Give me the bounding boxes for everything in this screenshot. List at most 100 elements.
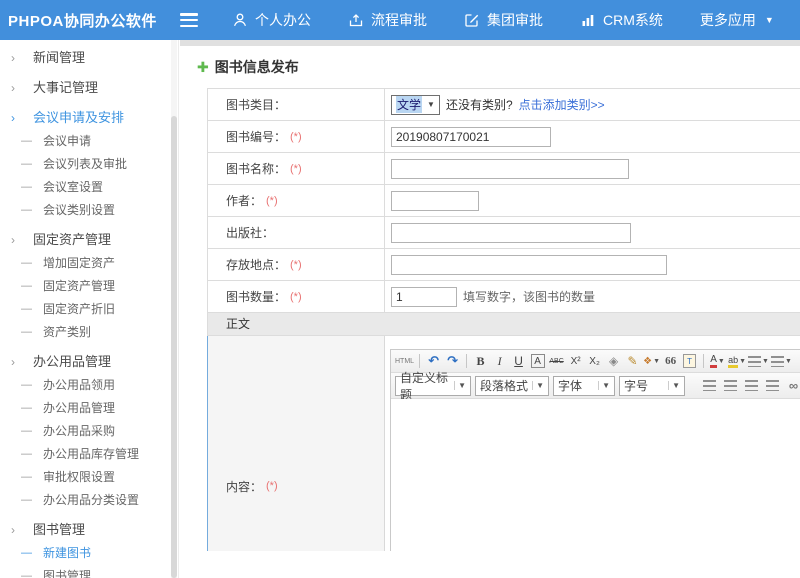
ordered-list-icon[interactable]: ▼ — [748, 353, 769, 370]
user-icon — [232, 12, 248, 28]
sidebar-item-label: 办公用品采购 — [43, 420, 115, 443]
align-right-icon[interactable] — [743, 377, 760, 394]
font-color-icon[interactable]: A▼ — [709, 353, 726, 370]
paragraph-format-select[interactable]: 段落格式▼ — [475, 376, 549, 396]
author-input[interactable] — [391, 191, 479, 211]
paste-plain-text-icon[interactable]: T — [681, 353, 698, 370]
sidebar-item-label: 图书管理 — [43, 565, 91, 578]
nav-item-label: 流程审批 — [371, 10, 427, 30]
sidebar-group-新闻管理[interactable]: ›新闻管理 — [0, 46, 178, 70]
nav-item-2[interactable]: 流程审批 — [348, 10, 427, 30]
dash-icon: — — [21, 489, 34, 512]
nav-item-label: 更多应用 — [700, 10, 756, 30]
chevron-right-icon: › — [11, 350, 24, 374]
sidebar-group-大事记管理[interactable]: ›大事记管理 — [0, 76, 178, 100]
redo-icon[interactable]: ↷ — [444, 353, 461, 370]
sidebar-item-label: 会议申请 — [43, 130, 91, 153]
sidebar-item-固定资产折旧[interactable]: —固定资产折旧 — [0, 298, 178, 321]
link-icon[interactable]: ∞ — [785, 377, 800, 394]
add-plus-icon: ✚ — [197, 60, 209, 74]
html-source-icon[interactable]: HTML — [395, 353, 414, 370]
dash-icon: — — [21, 565, 34, 578]
publisher-input[interactable] — [391, 223, 631, 243]
superscript-icon[interactable]: X² — [567, 353, 584, 370]
sidebar-item-label: 固定资产折旧 — [43, 298, 115, 321]
author-label: 作者：(*) — [208, 185, 385, 216]
required-mark: (*) — [266, 195, 278, 207]
italic-icon[interactable]: I — [491, 353, 508, 370]
align-left-icon[interactable] — [701, 377, 718, 394]
form-row-content: 内容： (*) HTML↶↷BIUAABCX²X₂◈✎❖▼66TA▼ab▼▼▼ … — [207, 336, 800, 551]
caret-down-icon: ▼ — [785, 358, 792, 365]
eraser-icon[interactable]: ◈ — [605, 353, 622, 370]
form-row-book-number: 图书编号：(*) — [207, 121, 800, 153]
sidebar-item-会议室设置[interactable]: —会议室设置 — [0, 176, 178, 199]
nav-item-5[interactable]: 更多应用▼ — [700, 10, 774, 30]
sidebar-item-资产类别[interactable]: —资产类别 — [0, 321, 178, 344]
dash-icon: — — [21, 275, 34, 298]
sidebar-item-审批权限设置[interactable]: —审批权限设置 — [0, 466, 178, 489]
nav-item-1[interactable]: 个人办公 — [232, 10, 311, 30]
subscript-icon[interactable]: X₂ — [586, 353, 603, 370]
sidebar-item-增加固定资产[interactable]: —增加固定资产 — [0, 252, 178, 275]
sidebar-item-办公用品管理[interactable]: —办公用品管理 — [0, 397, 178, 420]
align-center-icon[interactable] — [722, 377, 739, 394]
nav-item-4[interactable]: CRM系统 — [580, 10, 663, 30]
book-name-input[interactable] — [391, 159, 629, 179]
sidebar-group-图书管理[interactable]: ›图书管理 — [0, 518, 178, 542]
sidebar-item-label: 新闻管理 — [33, 46, 85, 70]
sidebar-group-办公用品管理[interactable]: ›办公用品管理 — [0, 350, 178, 374]
sidebar-item-label: 办公用品领用 — [43, 374, 115, 397]
sidebar-item-会议类别设置[interactable]: —会议类别设置 — [0, 199, 178, 222]
sidebar-group-固定资产管理[interactable]: ›固定资产管理 — [0, 228, 178, 252]
align-justify-icon[interactable] — [764, 377, 781, 394]
required-mark: (*) — [290, 131, 302, 143]
category-hint: 还没有类别? — [446, 96, 513, 113]
blockquote-icon[interactable]: 66 — [662, 353, 679, 370]
bold-icon[interactable]: B — [472, 353, 489, 370]
nav-item-3[interactable]: 集团审批 — [464, 10, 543, 30]
form-row-category: 图书类目： 文学 ▼ 还没有类别? 点击添加类别>> — [207, 89, 800, 121]
sidebar: ›新闻管理›大事记管理›会议申请及安排—会议申请—会议列表及审批—会议室设置—会… — [0, 40, 179, 578]
sidebar-scrollbar-thumb[interactable] — [171, 116, 177, 578]
add-category-link[interactable]: 点击添加类别>> — [519, 96, 605, 113]
highlight-color-icon[interactable]: ab▼ — [728, 353, 746, 370]
boxed-text-icon[interactable]: A — [529, 353, 546, 370]
app-title: PHPOA协同办公软件 — [0, 10, 172, 31]
sidebar-item-办公用品领用[interactable]: —办公用品领用 — [0, 374, 178, 397]
book-number-label: 图书编号：(*) — [208, 121, 385, 152]
category-select[interactable]: 文学 ▼ — [391, 95, 440, 115]
sidebar-item-图书管理[interactable]: — 图书管理 — [0, 565, 178, 578]
sidebar-item-会议申请[interactable]: —会议申请 — [0, 130, 178, 153]
caret-down-icon: ▼ — [454, 381, 466, 390]
sidebar-item-会议列表及审批[interactable]: —会议列表及审批 — [0, 153, 178, 176]
hamburger-menu-icon[interactable] — [180, 13, 200, 27]
sidebar-item-办公用品采购[interactable]: —办公用品采购 — [0, 420, 178, 443]
sidebar-item-label: 会议申请及安排 — [33, 106, 124, 130]
custom-heading-select[interactable]: 自定义标题▼ — [395, 376, 471, 396]
strikethrough-icon[interactable]: ABC — [548, 353, 565, 370]
format-painter-icon[interactable]: ✎ — [624, 353, 641, 370]
toolbar-divider — [703, 354, 704, 368]
chevron-right-icon: › — [11, 76, 24, 100]
font-size-select[interactable]: 字号▼ — [619, 376, 685, 396]
sidebar-item-新建图书[interactable]: —新建图书 — [0, 542, 178, 565]
sidebar-group-会议申请及安排[interactable]: ›会议申请及安排 — [0, 106, 178, 130]
underline-icon[interactable]: U — [510, 353, 527, 370]
app-root: PHPOA协同办公软件 个人办公流程审批集团审批CRM系统更多应用▼ ›新闻管理… — [0, 0, 800, 578]
sidebar-item-固定资产管理[interactable]: —固定资产管理 — [0, 275, 178, 298]
sidebar-item-办公用品库存管理[interactable]: —办公用品库存管理 — [0, 443, 178, 466]
dash-icon: — — [21, 252, 34, 275]
sidebar-item-label: 图书管理 — [33, 518, 85, 542]
font-family-select[interactable]: 字体▼ — [553, 376, 615, 396]
form-row-author: 作者：(*) — [207, 185, 800, 217]
storage-location-input[interactable] — [391, 255, 667, 275]
book-number-input[interactable] — [391, 127, 551, 147]
dash-icon: — — [21, 176, 34, 199]
unordered-list-icon[interactable]: ▼ — [771, 353, 792, 370]
undo-icon[interactable]: ↶ — [425, 353, 442, 370]
color-sweep-icon[interactable]: ❖▼ — [643, 353, 660, 370]
sidebar-item-办公用品分类设置[interactable]: —办公用品分类设置 — [0, 489, 178, 512]
quantity-input[interactable] — [391, 287, 457, 307]
editor-content-area[interactable] — [391, 399, 800, 551]
